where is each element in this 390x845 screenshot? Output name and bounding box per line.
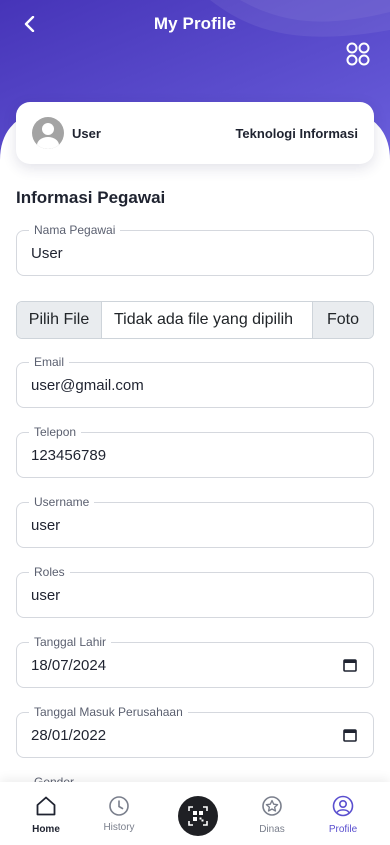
profile-department: Teknologi Informasi (235, 125, 358, 141)
username-label: Username (29, 495, 95, 509)
nama-pegawai-label: Nama Pegawai (29, 223, 121, 237)
nav-history[interactable]: History (87, 782, 151, 845)
nav-dinas-label: Dinas (259, 824, 285, 835)
tanggal-masuk-value[interactable]: 28/01/2022 (31, 727, 106, 745)
clock-icon (109, 796, 129, 816)
telepon-label: Telepon (29, 425, 82, 439)
tanggal-masuk-field[interactable]: Tanggal Masuk Perusahaan 28/01/2022 (16, 705, 374, 758)
photo-label: Foto (312, 302, 373, 338)
username-value[interactable]: user (31, 517, 60, 535)
email-field[interactable]: Email user@gmail.com (16, 355, 374, 408)
qr-scan-button[interactable] (178, 796, 218, 836)
calendar-icon[interactable] (343, 658, 357, 672)
choose-file-button[interactable]: Pilih File (17, 302, 102, 338)
roles-value[interactable]: user (31, 587, 60, 605)
calendar-icon[interactable] (343, 728, 357, 742)
profile-card: User Teknologi Informasi (16, 102, 374, 164)
section-title: Informasi Pegawai (16, 188, 166, 207)
roles-label: Roles (29, 565, 70, 579)
home-icon (36, 796, 56, 816)
nav-dinas[interactable]: Dinas (240, 782, 304, 845)
nav-history-label: History (103, 822, 135, 833)
user-circle-icon (332, 795, 354, 817)
profile-name: User (72, 125, 101, 141)
telepon-value[interactable]: 123456789 (31, 447, 106, 465)
star-badge-icon (262, 796, 282, 816)
page-title: My Profile (153, 14, 237, 33)
roles-field[interactable]: Roles user (16, 565, 374, 618)
email-value[interactable]: user@gmail.com (31, 377, 144, 395)
nama-pegawai-value[interactable]: User (31, 245, 63, 263)
qr-scan-icon (188, 806, 208, 826)
grid-circles-icon (346, 42, 370, 66)
nama-pegawai-field[interactable]: Nama Pegawai User (16, 223, 374, 276)
file-name-text: Tidak ada file yang dipilih (114, 311, 294, 328)
nav-profile-label: Profile (328, 824, 358, 835)
menu-button[interactable] (344, 40, 372, 68)
username-field[interactable]: Username user (16, 495, 374, 548)
avatar (32, 117, 64, 149)
photo-file-input: Pilih File Tidak ada file yang dipilih F… (16, 301, 374, 339)
tanggal-masuk-label: Tanggal Masuk Perusahaan (29, 705, 188, 719)
telepon-field[interactable]: Telepon 123456789 (16, 425, 374, 478)
tanggal-lahir-value[interactable]: 18/07/2024 (31, 657, 106, 675)
bottom-nav: Home History Dinas Profile (0, 782, 390, 845)
nav-profile[interactable]: Profile (311, 782, 375, 845)
tanggal-lahir-field[interactable]: Tanggal Lahir 18/07/2024 (16, 635, 374, 688)
tanggal-lahir-label: Tanggal Lahir (29, 635, 112, 649)
email-label: Email (29, 355, 70, 369)
nav-home-label: Home (32, 824, 60, 835)
nav-home[interactable]: Home (14, 782, 78, 845)
